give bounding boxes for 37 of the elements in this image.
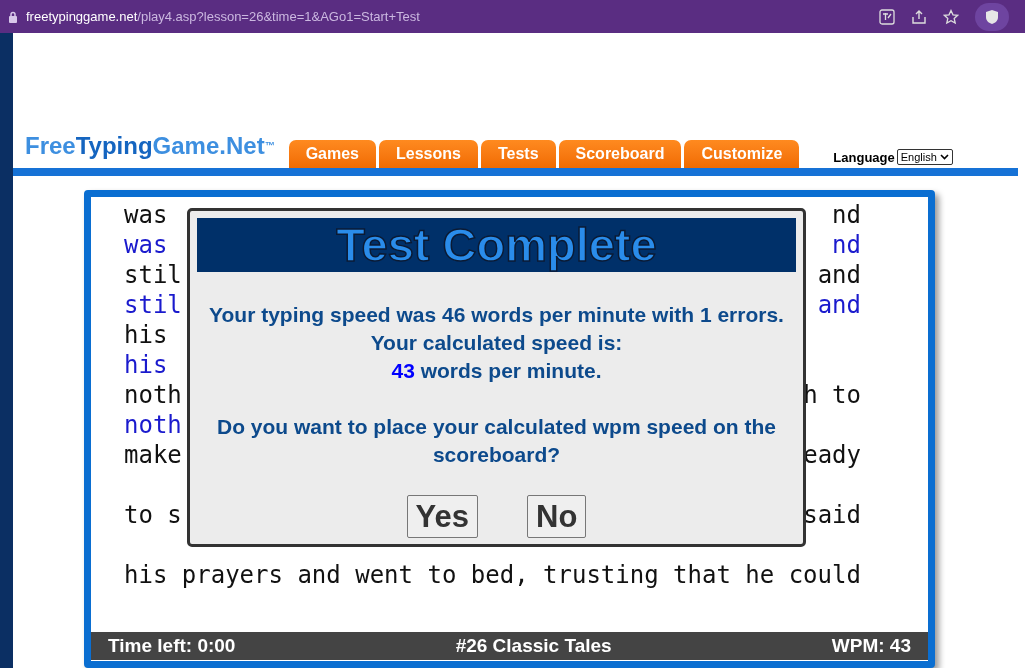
passage-text: his prayers and went to bed, trusting that he could <box>124 560 861 590</box>
passage-text: said <box>803 500 861 530</box>
caret-icon <box>939 154 949 161</box>
shield-icon[interactable] <box>985 8 999 25</box>
passage-text: his <box>124 320 168 350</box>
passage-text: nd <box>832 200 861 230</box>
lesson-title: #26 Classic Tales <box>455 633 612 658</box>
result-message: Your typing speed was 46 words per minute with 1 errors. Your calculated speed is: <box>208 302 785 356</box>
typed-text: noth <box>124 410 182 440</box>
passage-text: stil <box>124 260 182 290</box>
url-field[interactable]: freetypinggame.net/play4.asp?lesson=26&time=1&AGo1=Start+Test <box>26 6 871 27</box>
yes-button[interactable]: Yes <box>406 495 479 538</box>
scoreboard-question: Do you want to place your calculated wpm speed on the scoreboard? <box>216 414 777 468</box>
dialog-title: Test Complete <box>197 218 796 272</box>
passage-text: make <box>124 440 182 470</box>
passage-text: to s <box>124 500 182 530</box>
passage-text: h to <box>803 380 861 410</box>
wpm-reading: WPM: 43 <box>831 633 911 658</box>
language-label: Language <box>833 148 895 167</box>
passage-text: was <box>124 200 168 230</box>
calculated-speed: 43 words per minute. <box>390 358 603 384</box>
typed-text: was <box>124 230 168 260</box>
passage-text: eady <box>803 440 861 470</box>
typed-text: nd <box>832 230 861 260</box>
site-logo[interactable]: FreeTypingGame.Net$^{™}$ <box>25 128 275 164</box>
typed-text: his <box>124 350 168 380</box>
time-left: Time left: 0:00 <box>108 633 236 658</box>
share-icon[interactable] <box>911 8 927 25</box>
passage-text: noth <box>124 380 182 410</box>
translate-icon[interactable] <box>879 8 895 25</box>
typed-text: stil <box>124 290 182 320</box>
lock-icon <box>8 10 18 23</box>
passage-text: and <box>817 260 861 290</box>
language-select[interactable]: English <box>896 149 953 166</box>
star-icon[interactable] <box>943 8 959 25</box>
no-button[interactable]: No <box>527 495 587 538</box>
typed-text: and <box>817 290 861 320</box>
